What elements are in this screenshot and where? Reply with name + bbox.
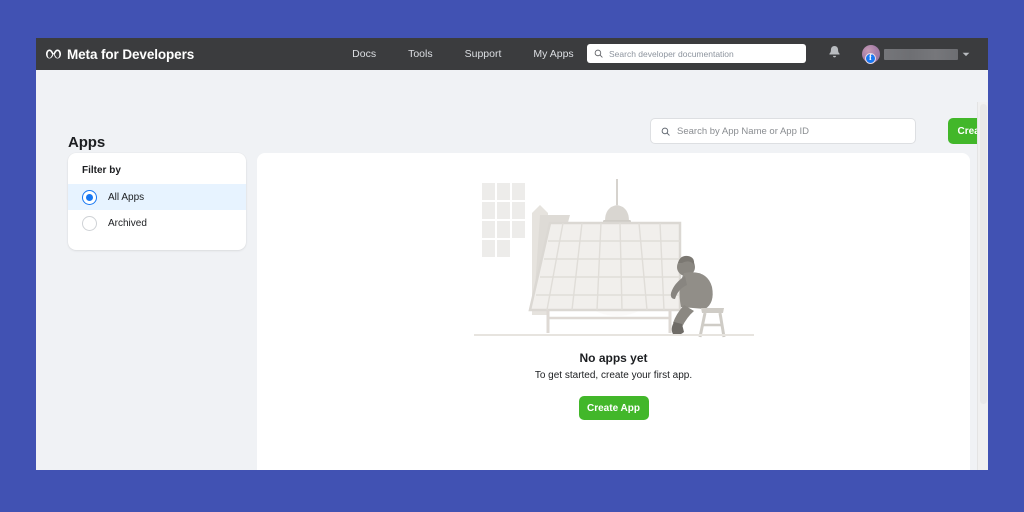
page-body: Apps Search by App Name or App ID Create… [36, 70, 988, 470]
app-search-input[interactable]: Search by App Name or App ID [650, 118, 916, 144]
empty-state-subtitle: To get started, create your first app. [534, 370, 693, 381]
search-icon [594, 49, 603, 58]
nav-link-tools[interactable]: Tools [408, 48, 433, 60]
nav-link-my-apps[interactable]: My Apps [533, 48, 573, 60]
person-at-drafting-table-illustration-icon [257, 175, 970, 345]
radio-archived[interactable] [82, 215, 97, 231]
brand-title: Meta for Developers [67, 46, 195, 62]
meta-for-developers-brand-link[interactable]: Meta for Developers [45, 47, 194, 62]
search-icon [661, 127, 670, 136]
scrollbar-thumb[interactable] [980, 104, 987, 404]
create-app-button-empty-state[interactable]: Create App [578, 396, 649, 420]
page-title: Apps [68, 134, 106, 152]
search-placeholder: Search developer documentation [609, 48, 734, 59]
radio-all-apps[interactable] [82, 189, 97, 205]
account-name-redacted [884, 48, 958, 60]
nav-link-docs[interactable]: Docs [352, 48, 376, 60]
filter-option-all-apps[interactable]: All Apps [68, 184, 246, 210]
user-avatar: f [862, 45, 880, 64]
empty-state-title: No apps yet [579, 351, 648, 365]
filter-by-card: Filter by All Apps Archived [68, 153, 246, 250]
nav-link-support[interactable]: Support [465, 48, 502, 60]
filter-option-label: All Apps [108, 191, 145, 203]
account-menu-button[interactable]: f [862, 42, 970, 66]
empty-state: No apps yet To get started, create your … [257, 153, 970, 420]
vertical-scrollbar[interactable] [977, 102, 988, 470]
top-navigation-bar: Meta for Developers Docs Tools Support M… [36, 38, 988, 70]
developer-docs-search-input[interactable]: Search developer documentation [587, 44, 806, 63]
filter-option-label: Archived [108, 217, 147, 229]
meta-infinity-logo-icon [45, 48, 62, 60]
chevron-down-icon [962, 52, 970, 57]
apps-content-panel: No apps yet To get started, create your … [257, 153, 970, 470]
app-search-placeholder: Search by App Name or App ID [677, 125, 810, 137]
primary-nav-links: Docs Tools Support My Apps [352, 48, 574, 60]
page-header-row: Apps Search by App Name or App ID Create… [36, 118, 988, 152]
filter-option-archived[interactable]: Archived [68, 210, 246, 236]
bell-icon [828, 45, 841, 64]
notifications-button[interactable] [822, 42, 846, 66]
filter-by-title: Filter by [82, 165, 121, 176]
facebook-badge-icon: f [865, 53, 876, 64]
browser-content-frame: Meta for Developers Docs Tools Support M… [36, 38, 988, 470]
